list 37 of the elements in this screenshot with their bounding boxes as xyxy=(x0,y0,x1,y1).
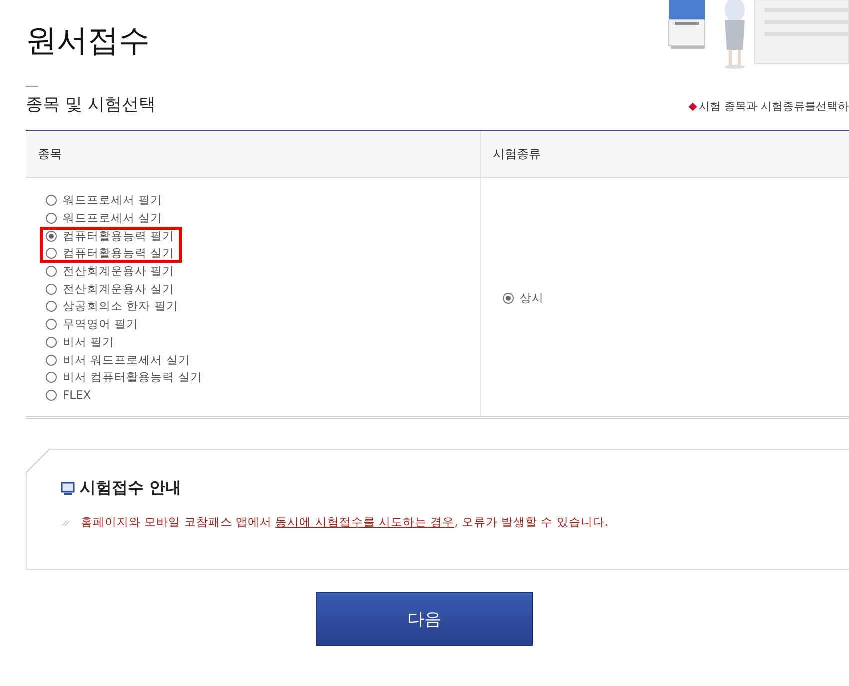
radio-button[interactable] xyxy=(46,372,57,384)
radio-button[interactable] xyxy=(503,292,514,304)
radio-option[interactable]: FLEX xyxy=(40,386,98,404)
page-title: 원서접수 xyxy=(26,22,150,61)
notice-text: 홈페이지와 모바일 코참패스 앱에서 동시에 시험접수를 시도하는 경우, 오류가 발생할 수 있습니다. xyxy=(81,515,609,530)
radio-button[interactable] xyxy=(46,336,57,348)
notice-title: 시험접수 안내 xyxy=(80,478,182,500)
slash-icon xyxy=(61,518,71,527)
radio-option[interactable]: 전산회계운용사 실기 xyxy=(40,280,182,298)
radio-button[interactable] xyxy=(46,195,57,206)
column-header: 시험종류 xyxy=(480,131,849,178)
radio-option[interactable]: 비서 컴퓨터활용능력 실기 xyxy=(40,368,210,387)
radio-option[interactable]: 전산회계운용사 필기 xyxy=(40,262,182,280)
radio-option[interactable]: 컴퓨터활용능력 필기 xyxy=(40,227,182,246)
column-header: 종목 xyxy=(26,131,480,178)
radio-button[interactable] xyxy=(46,213,57,224)
radio-button[interactable] xyxy=(46,354,57,366)
radio-button[interactable] xyxy=(46,301,57,312)
section-title: 종목 및 시험선택 xyxy=(26,94,156,116)
radio-option[interactable]: 워드프로세서 필기 xyxy=(40,192,170,210)
radio-option[interactable]: 컴퓨터활용능력 실기 xyxy=(40,245,182,263)
radio-button[interactable] xyxy=(46,390,57,401)
radio-option[interactable]: 워드프로세서 실기 xyxy=(40,210,170,228)
radio-option[interactable]: 상시 xyxy=(497,289,551,307)
monitor-icon xyxy=(61,482,75,496)
radio-button[interactable] xyxy=(46,266,57,278)
radio-button[interactable] xyxy=(46,284,57,295)
radio-option[interactable]: 비서 워드프로세서 실기 xyxy=(40,351,198,369)
radio-option[interactable]: 상공회의소 한자 필기 xyxy=(40,298,186,316)
radio-option[interactable]: 무역영어 필기 xyxy=(40,316,146,334)
radio-button[interactable] xyxy=(46,230,57,242)
fold-icon xyxy=(26,449,50,474)
radio-button[interactable] xyxy=(46,319,57,330)
hint-label: 시험 종목과 시험종류를선택하 xyxy=(699,99,849,114)
radio-button[interactable] xyxy=(46,248,57,260)
radio-option[interactable]: 비서 필기 xyxy=(40,334,122,352)
next-button[interactable]: 다음 xyxy=(316,592,533,646)
